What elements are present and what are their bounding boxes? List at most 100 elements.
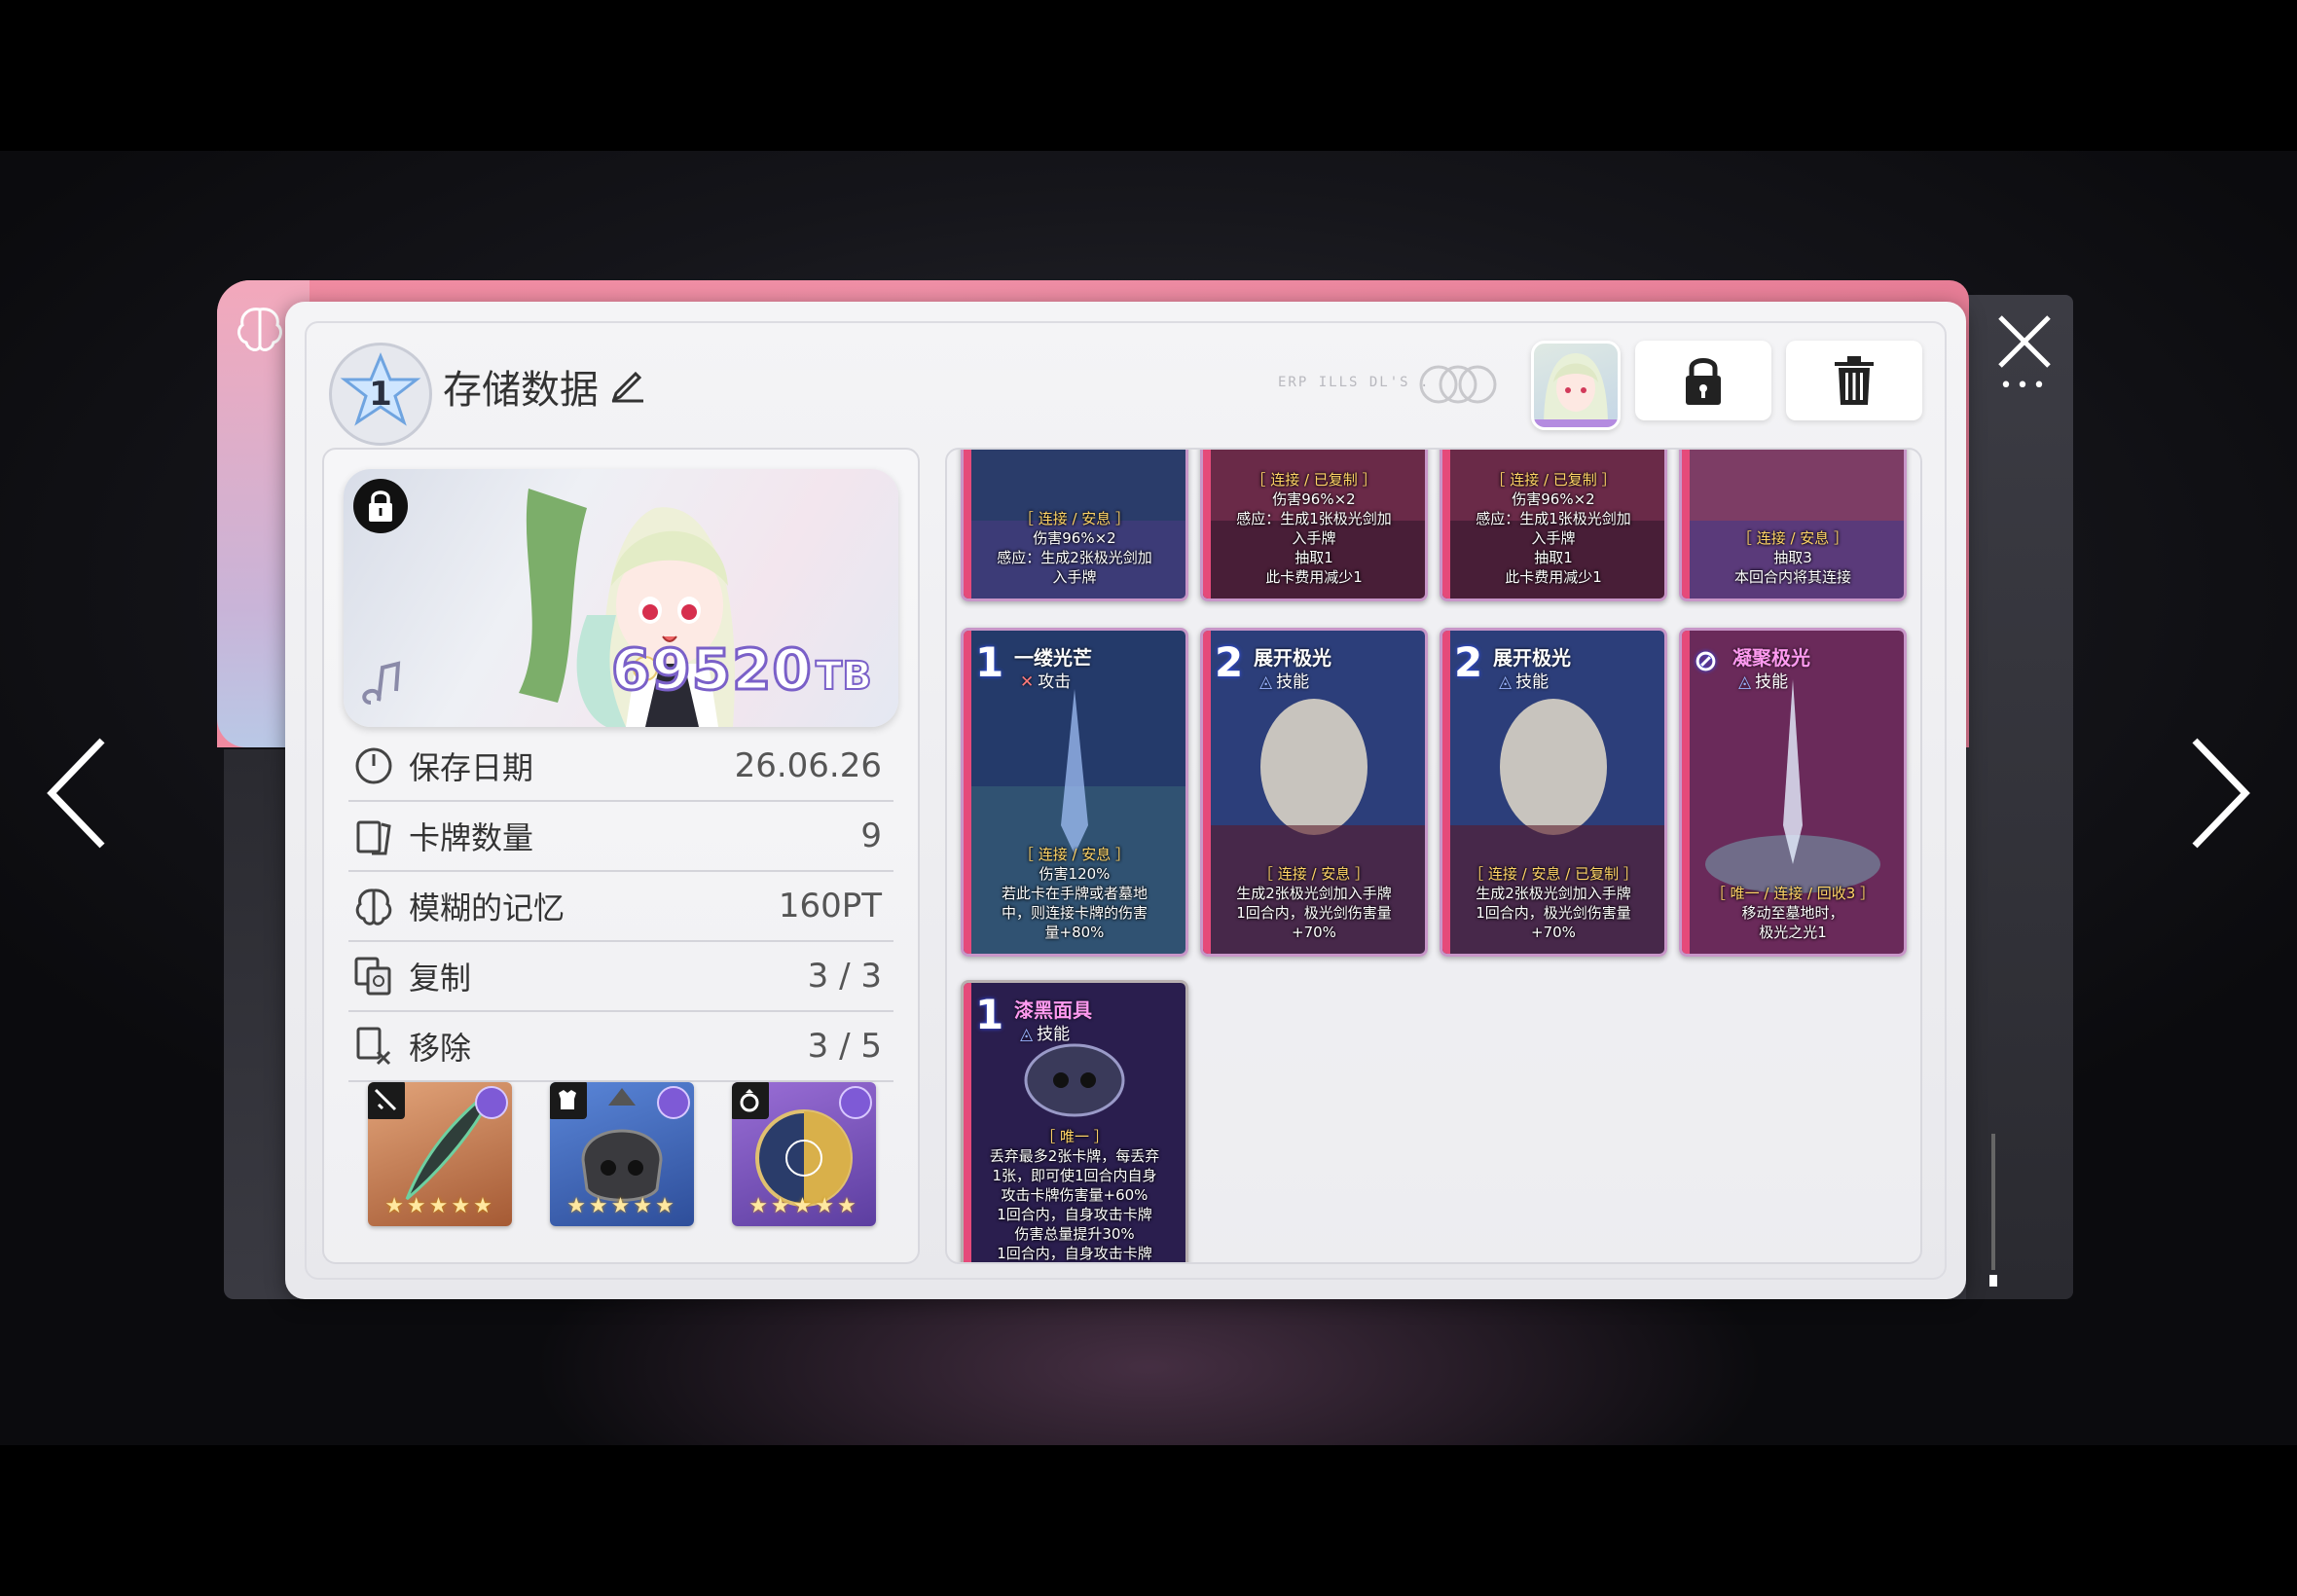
card-type: ◬ 技能 <box>1020 1025 1071 1044</box>
cards-icon <box>356 820 391 855</box>
ring-icon <box>732 1082 769 1119</box>
card-stripe <box>1682 450 1690 598</box>
equipment-ring[interactable]: ★★★★★ <box>732 1082 876 1226</box>
stat-value: 26.06.26 <box>734 746 882 785</box>
stat-label: 移除 <box>409 1030 472 1067</box>
card-item[interactable]: ［ 连接 / 安息 ］ 抽取3 本回合内将其连接 <box>1679 450 1907 601</box>
card-cost: 2 <box>1454 638 1483 686</box>
hero-lock-icon <box>353 479 408 533</box>
lock-icon <box>1686 358 1721 405</box>
equipment-stars: ★★★★★ <box>566 1194 677 1218</box>
card-cost-none-icon: ⊘ <box>1694 644 1719 678</box>
stat-value: 9 <box>860 816 882 855</box>
card-stripe <box>1682 631 1690 954</box>
close-button[interactable]: ••• <box>1990 311 2059 399</box>
copy-icon <box>354 957 391 996</box>
deck-info-panel: 69520 TB 保存日期 26.06.26 卡牌数量 9 模糊的记忆 160P <box>322 448 920 1264</box>
card-text: ［ 连接 / 已复制 ］ 伤害96%×2 感应：生成1张极光剑加 入手牌 抽取1… <box>1476 471 1631 586</box>
stat-value: 3 / 3 <box>807 957 882 996</box>
close-icon <box>1998 315 2051 368</box>
stat-row-remove: 移除 3 / 5 <box>348 1012 893 1082</box>
card-item[interactable]: ［ 连接 / 已复制 ］ 伤害96%×2 感应：生成1张极光剑加 入手牌 抽取1… <box>1440 450 1667 601</box>
brain-icon <box>237 308 282 351</box>
card-text: ［ 连接 / 已复制 ］ 伤害96%×2 感应：生成1张极光剑加 入手牌 抽取1… <box>1236 471 1392 586</box>
character-card[interactable]: 69520 TB <box>344 469 898 727</box>
card-name: 凝聚极光 <box>1732 646 1810 670</box>
card-text: ［ 连接 / 安息 ］ 抽取3 本回合内将其连接 <box>1733 529 1851 586</box>
card-stripe <box>1442 631 1450 954</box>
card-name: 漆黑面具 <box>1014 998 1092 1022</box>
music-note-icon <box>362 661 401 705</box>
stat-value: 160PT <box>778 887 882 925</box>
rank-badge <box>657 1086 690 1119</box>
card-text: ［ 连接 / 安息 ］ 伤害96%×2 感应：生成2张极光剑加 入手牌 <box>997 510 1152 586</box>
page-title: 存储数据 <box>443 368 599 413</box>
trash-icon <box>1835 356 1874 405</box>
card-type: ◬ 技能 <box>1259 672 1310 692</box>
stat-value: 3 / 5 <box>807 1027 882 1066</box>
scroll-indicator <box>1989 1134 1997 1287</box>
card-item[interactable]: 1 一缕光芒 ✕ 攻击 ［ 连接 / 安息 ］ 伤害120% 若此卡在手牌或者墓地… <box>961 628 1188 957</box>
right-strip <box>1966 295 2073 1299</box>
card-stripe <box>1203 631 1211 954</box>
card-stripe <box>964 631 971 954</box>
level-number: 1 <box>369 375 392 414</box>
deco-text: ERP ILLS DL'S . <box>1278 375 1431 390</box>
character-portrait <box>1534 353 1618 427</box>
card-cost: 2 <box>1215 638 1244 686</box>
card-name: 展开极光 <box>1493 646 1571 670</box>
stat-label: 复制 <box>409 960 472 997</box>
lock-button[interactable] <box>1635 341 1771 420</box>
card-item[interactable]: ［ 连接 / 安息 ］ 伤害96%×2 感应：生成2张极光剑加 入手牌 <box>961 450 1188 601</box>
sword-icon <box>368 1082 405 1119</box>
equipment-stars: ★★★★★ <box>748 1194 859 1218</box>
level-badge: 1 <box>329 343 432 446</box>
stat-row-save-date: 保存日期 26.06.26 <box>348 732 893 802</box>
equipment-weapon[interactable]: ★★★★★ <box>368 1082 512 1226</box>
storage-unit: TB <box>815 653 873 700</box>
remove-icon <box>356 1027 391 1066</box>
rank-badge <box>839 1086 872 1119</box>
card-cost: 1 <box>975 638 1004 686</box>
card-name: 一缕光芒 <box>1014 646 1092 670</box>
card-stripe <box>964 450 971 598</box>
card-name: 展开极光 <box>1254 646 1331 670</box>
card-type: ✕ 攻击 <box>1020 672 1072 692</box>
card-item[interactable]: 1 漆黑面具 ◬ 技能 ［ 唯一 ］ 丢弃最多2张卡牌，每丢弃 1张，即可使1回合… <box>961 980 1188 1262</box>
card-type: ◬ 技能 <box>1499 672 1550 692</box>
prev-arrow-button[interactable] <box>44 735 112 852</box>
card-text: ［ 连接 / 安息 ］ 伤害120% 若此卡在手牌或者墓地 中，则连接卡牌的伤害… <box>1001 846 1148 941</box>
avatar[interactable] <box>1531 341 1621 430</box>
delete-button[interactable] <box>1786 341 1922 420</box>
card-stripe <box>964 983 971 1262</box>
stat-row-copy: 复制 3 / 3 <box>348 942 893 1012</box>
card-stripe <box>1442 450 1450 598</box>
edit-icon[interactable] <box>606 362 649 405</box>
card-text: ［ 连接 / 安息 / 已复制 ］ 生成2张极光剑加入手牌 1回合内，极光剑伤害… <box>1469 865 1638 941</box>
chevron-right-icon <box>2192 738 2250 849</box>
save-data-panel: 1 存储数据 ERP ILLS DL'S . 69520 TB 保存日期 26.… <box>285 302 1966 1299</box>
armor-icon <box>550 1082 587 1119</box>
stat-label: 模糊的记忆 <box>409 889 565 926</box>
equipment-armor[interactable]: ★★★★★ <box>550 1082 694 1226</box>
card-cost: 1 <box>975 991 1004 1038</box>
card-stripe <box>1203 450 1211 598</box>
card-item[interactable]: ⊘ 凝聚极光 ◬ 技能 ［ 唯一 / 连接 / 回收3 ］ 移动至墓地时， 极光之… <box>1679 628 1907 957</box>
stat-row-card-count: 卡牌数量 9 <box>348 802 893 872</box>
card-text: ［ 唯一 ］ 丢弃最多2张卡牌，每丢弃 1张，即可使1回合内自身 攻击卡牌伤害量… <box>989 1128 1160 1262</box>
clock-icon <box>355 747 392 784</box>
rings-icon <box>1419 365 1497 404</box>
card-text: ［ 唯一 / 连接 / 回收3 ］ 移动至墓地时， 极光之光1 <box>1710 885 1876 941</box>
stat-label: 卡牌数量 <box>409 819 534 856</box>
equipment-stars: ★★★★★ <box>384 1194 495 1218</box>
more-dots-icon: ••• <box>1999 374 2050 398</box>
card-item[interactable]: 2 展开极光 ◬ 技能 ［ 连接 / 安息 / 已复制 ］ 生成2张极光剑加入手牌… <box>1440 628 1667 957</box>
rank-badge <box>475 1086 508 1119</box>
card-item[interactable]: 2 展开极光 ◬ 技能 ［ 连接 / 安息 ］ 生成2张极光剑加入手牌 1回合内，… <box>1200 628 1428 957</box>
card-list[interactable]: ［ 连接 / 安息 ］ 伤害96%×2 感应：生成2张极光剑加 入手牌 ［ 连接… <box>945 448 1922 1264</box>
card-item[interactable]: ［ 连接 / 已复制 ］ 伤害96%×2 感应：生成1张极光剑加 入手牌 抽取1… <box>1200 450 1428 601</box>
next-arrow-button[interactable] <box>2185 735 2253 852</box>
card-type: ◬ 技能 <box>1738 672 1789 692</box>
card-text: ［ 连接 / 安息 ］ 生成2张极光剑加入手牌 1回合内，极光剑伤害量 +70% <box>1236 865 1392 941</box>
brain-icon <box>355 889 392 925</box>
